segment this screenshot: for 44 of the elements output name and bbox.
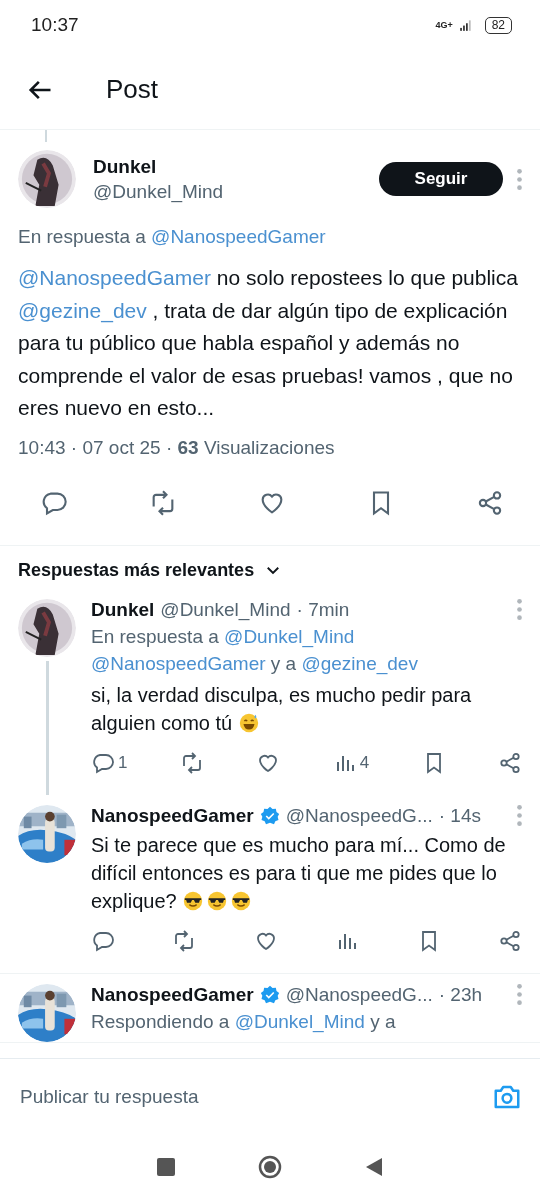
author-handle: @Dunkel_Mind: [93, 180, 225, 203]
more-icon: [517, 984, 522, 1005]
reply-text: Si te parece que es mucho para mí... Como de difícil entonces es para ti que me pides que lo explique?: [91, 832, 507, 914]
share-button[interactable]: [497, 750, 522, 775]
sweat-smile-icon: [237, 711, 260, 734]
more-icon: [517, 168, 522, 190]
share-button[interactable]: [476, 488, 504, 517]
post-text: @NanospeedGamer no solo repostees lo que publica @gezine_dev , trata de dar algún tipo de explicación para tu público que habla español y además no comprende el valor de esas pruebas! vamos , que no eres nuevo en esto...: [18, 265, 519, 421]
post-meta: 10:43 · 07 oct 25 · 63 Visualizaciones: [18, 436, 336, 459]
bar-chart-button[interactable]: 4: [332, 750, 370, 775]
reply-time: · 23h: [438, 983, 483, 1006]
author-name: Dunkel: [93, 155, 158, 178]
battery-level: 82: [484, 16, 512, 34]
circle-icon: [258, 1155, 282, 1179]
home-button[interactable]: [258, 1155, 282, 1179]
reply-context: Respondiendo a @Dunkel_Mind y a: [91, 1009, 397, 1035]
reply-context: En respuesta a @NanospeedGamer: [18, 226, 327, 248]
author-handle: @Dunkel_Mind: [160, 598, 291, 621]
share-icon: [476, 488, 504, 517]
share-button[interactable]: [497, 928, 522, 953]
author-name: NanospeedGamer: [91, 804, 254, 827]
author-name: Dunkel: [91, 598, 155, 621]
share-icon: [497, 928, 522, 953]
reply-time: · 14s: [438, 804, 481, 827]
recents-button[interactable]: [154, 1155, 178, 1179]
square-icon: [154, 1155, 178, 1179]
sort-dropdown[interactable]: Respuestas más relevantes: [18, 559, 283, 581]
more-icon: [517, 599, 522, 620]
reply-context: En respuesta a @Dunkel_Mind @NanospeedGamer y a @gezine_dev: [91, 624, 419, 677]
more-icon: [517, 805, 522, 826]
speech-bubble-button[interactable]: 1: [91, 750, 128, 775]
sunglasses-face-icon: [206, 889, 229, 912]
author-name: NanospeedGamer: [91, 983, 254, 1006]
share-icon: [497, 750, 522, 775]
page-title: Post: [106, 74, 159, 105]
sunglasses-face-icon: [182, 889, 205, 912]
author-handle: @NanospeedG...: [285, 804, 433, 827]
network-type: 4G+: [435, 21, 453, 29]
reply-time: · 7min: [296, 598, 350, 621]
author-handle: @NanospeedG...: [285, 983, 433, 1006]
follow-button[interactable]: Seguir: [379, 162, 503, 196]
clock: 10:37: [31, 14, 79, 36]
reply-text: si, la verdad disculpa, es mucho pedir para alguien como tú: [91, 682, 473, 736]
sunglasses-face-icon: [230, 889, 253, 912]
